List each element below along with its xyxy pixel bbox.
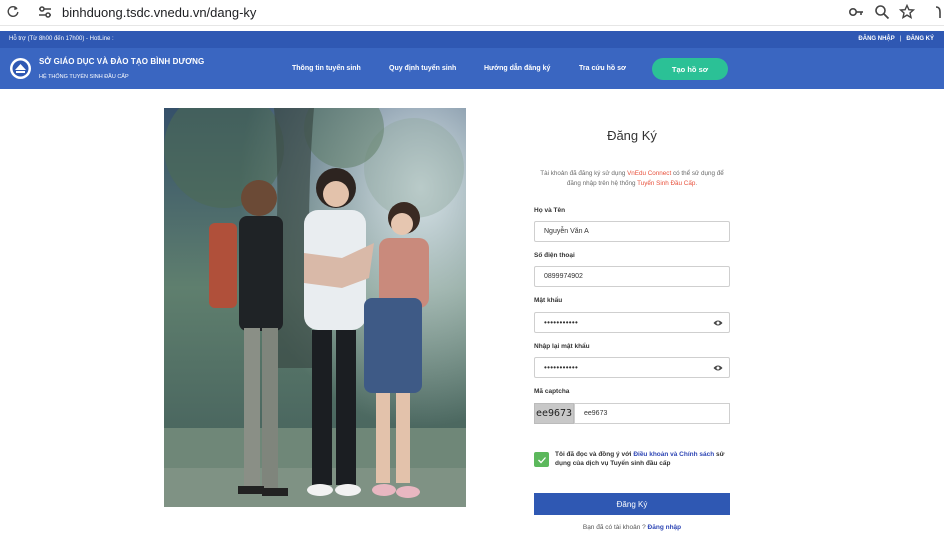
top-strip: Hỗ trợ (Từ 8h00 đến 17h00) - HotLine : Đ… — [0, 31, 944, 48]
form-title: Đăng Ký — [607, 128, 657, 143]
password-field[interactable]: ••••••••••• — [534, 312, 730, 333]
terms-link[interactable]: Điều khoản và Chính sách — [633, 451, 714, 458]
note-highlight-vnedu: VnEdu Connect — [627, 170, 672, 177]
fullname-field[interactable]: Nguyễn Văn A — [534, 221, 730, 242]
register-submit-button[interactable]: Đăng Ký — [534, 493, 730, 515]
auth-separator: | — [899, 36, 902, 42]
login-link-bottom[interactable]: Đăng nhập — [648, 524, 682, 531]
confirm-password-field[interactable]: ••••••••••• — [534, 357, 730, 378]
support-hotline: Hỗ trợ (Từ 8h00 đến 17h00) - HotLine : — [9, 36, 114, 42]
eye-icon[interactable] — [713, 319, 723, 327]
agree-checkbox[interactable] — [534, 452, 549, 467]
login-link[interactable]: ĐĂNG NHẬP — [858, 36, 894, 42]
register-link[interactable]: ĐĂNG KÝ — [906, 36, 934, 42]
eye-icon[interactable] — [713, 364, 723, 372]
logo[interactable] — [10, 58, 31, 79]
captcha-image: ee9673 — [534, 403, 574, 424]
create-profile-button[interactable]: Tạo hồ sơ — [652, 58, 728, 80]
extensions-icon[interactable] — [928, 4, 944, 20]
login-prompt: Bạn đã có tài khoản ? Đăng nhập — [534, 524, 730, 531]
star-icon[interactable] — [899, 4, 915, 20]
org-title: SỞ GIÁO DỤC VÀ ĐÀO TẠO BÌNH DƯƠNG — [39, 57, 205, 66]
students-photo — [164, 108, 466, 507]
zoom-icon[interactable] — [874, 4, 890, 20]
captcha-field[interactable]: ee9673 — [574, 403, 730, 424]
captcha-label: Mã captcha — [534, 388, 570, 395]
auth-links: ĐĂNG NHẬP | ĐĂNG KÝ — [858, 36, 934, 42]
note-text-1: Tài khoản đã đăng ký sử dụng — [540, 170, 628, 177]
confirm-password-value: ••••••••••• — [544, 363, 579, 372]
nav-quy-dinh-tuyen-sinh[interactable]: Quy định tuyển sinh — [389, 65, 456, 72]
check-icon — [537, 456, 546, 463]
fullname-label: Họ và Tên — [534, 207, 566, 214]
password-value: ••••••••••• — [544, 318, 579, 327]
password-label: Mật khẩu — [534, 297, 563, 304]
note-highlight-system: Tuyển Sinh Đầu Cấp — [637, 180, 696, 187]
phone-label: Số điện thoại — [534, 252, 575, 259]
site-info-icon[interactable] — [37, 4, 53, 20]
site-header: SỞ GIÁO DỤC VÀ ĐÀO TẠO BÌNH DƯƠNG HỆ THỐ… — [0, 48, 944, 89]
phone-field[interactable]: 0899974902 — [534, 266, 730, 287]
org-subtitle: HỆ THỐNG TUYỂN SINH ĐẦU CẤP — [39, 74, 129, 80]
address-bar-url[interactable]: binhduong.tsdc.vnedu.vn/dang-ky — [62, 5, 256, 20]
note-text-3: . — [695, 180, 698, 187]
account-note: Tài khoản đã đăng ký sử dụng VnEdu Conne… — [534, 169, 730, 189]
confirm-password-label: Nhập lại mật khẩu — [534, 343, 590, 350]
agree-text-1: Tôi đã đọc và đồng ý với — [555, 451, 634, 458]
key-icon[interactable] — [848, 4, 864, 20]
nav-huong-dan-dang-ky[interactable]: Hướng dẫn đăng ký — [484, 65, 550, 72]
reload-icon[interactable] — [6, 5, 20, 19]
browser-toolbar: binhduong.tsdc.vnedu.vn/dang-ky — [0, 0, 944, 26]
has-account-text: Bạn đã có tài khoản ? — [582, 524, 648, 531]
agree-text: Tôi đã đọc và đồng ý với Điều khoản và C… — [555, 450, 735, 468]
nav-tra-cuu-ho-so[interactable]: Tra cứu hồ sơ — [579, 65, 626, 72]
nav-thong-tin-tuyen-sinh[interactable]: Thông tin tuyển sinh — [292, 65, 361, 72]
